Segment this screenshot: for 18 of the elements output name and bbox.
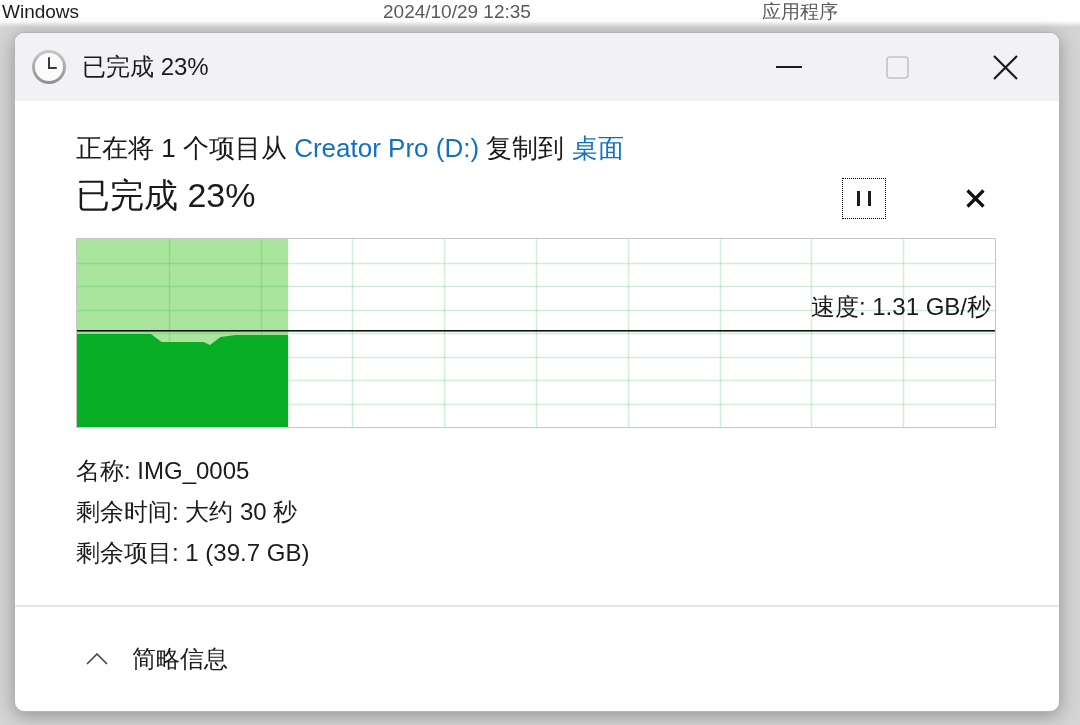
pause-button[interactable] xyxy=(842,177,886,219)
detail-text: 剩余时间: 大约 30 秒 xyxy=(76,497,299,527)
file-type-text: 应用程序 xyxy=(762,1,838,23)
pause-icon xyxy=(857,190,871,206)
location-link[interactable]: 桌面 xyxy=(571,133,624,163)
chevron-up-icon xyxy=(86,653,108,665)
file-name-text: Windows xyxy=(1,1,81,23)
clock-icon xyxy=(32,50,66,84)
detail-text: 名称: IMG_0005 xyxy=(76,456,251,486)
close-icon xyxy=(965,188,985,208)
date-text: 2024/10/29 12:35 xyxy=(383,1,532,23)
window-title: 已完成 23% xyxy=(82,52,209,82)
copy-description: 正在将 1 个项目从 Creator Pro (D:) 复制到 桌面 xyxy=(76,132,625,165)
fewer-details-button[interactable]: 简略信息 xyxy=(76,638,238,680)
progress-heading: 已完成 23% xyxy=(76,175,256,216)
speed-label: 速度: 1.31 GB/秒 xyxy=(810,292,991,322)
location-link[interactable]: Creator Pro (D:) xyxy=(294,133,480,163)
detail-text: 剩余项目: 1 (39.7 GB) xyxy=(76,538,311,568)
